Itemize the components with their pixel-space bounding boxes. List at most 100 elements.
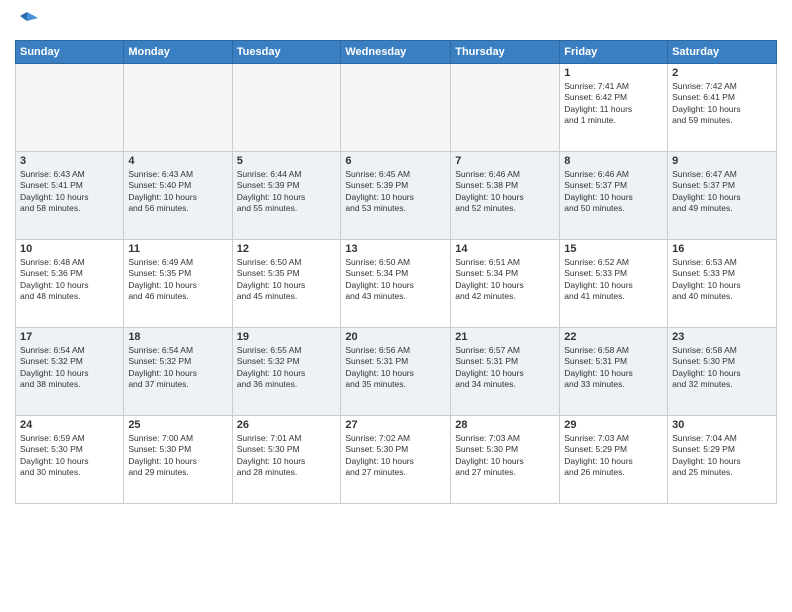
- calendar-cell: 13 Sunrise: 6:50 AM Sunset: 5:34 PM Dayli…: [341, 240, 451, 328]
- calendar-cell: 11 Sunrise: 6:49 AM Sunset: 5:35 PM Dayli…: [124, 240, 232, 328]
- calendar-cell: 29Sunrise: 7:03 AM Sunset: 5:29 PM Dayli…: [560, 416, 668, 504]
- weekday-header: Wednesday: [341, 41, 451, 64]
- day-number: 27: [345, 419, 446, 431]
- day-info: Sunrise: 6:51 AM Sunset: 5:34 PM Dayligh…: [455, 257, 555, 303]
- logo-text: [15, 10, 38, 32]
- calendar-cell: 21 Sunrise: 6:57 AM Sunset: 5:31 PM Dayli…: [451, 328, 560, 416]
- day-info: Sunrise: 7:00 AM Sunset: 5:30 PM Dayligh…: [128, 433, 227, 479]
- day-info: Sunrise: 6:46 AM Sunset: 5:38 PM Dayligh…: [455, 169, 555, 215]
- calendar-cell: 24Sunrise: 6:59 AM Sunset: 5:30 PM Dayli…: [16, 416, 124, 504]
- calendar-cell: 26 Sunrise: 7:01 AM Sunset: 5:30 PM Dayli…: [232, 416, 341, 504]
- day-info: Sunrise: 6:57 AM Sunset: 5:31 PM Dayligh…: [455, 345, 555, 391]
- calendar-cell: 22Sunrise: 6:58 AM Sunset: 5:31 PM Dayli…: [560, 328, 668, 416]
- calendar-cell: 10 Sunrise: 6:48 AM Sunset: 5:36 PM Dayli…: [16, 240, 124, 328]
- page-container: SundayMondayTuesdayWednesdayThursdayFrid…: [0, 0, 792, 514]
- calendar-cell: 5 Sunrise: 6:44 AM Sunset: 5:39 PM Daylig…: [232, 152, 341, 240]
- day-info: Sunrise: 6:49 AM Sunset: 5:35 PM Dayligh…: [128, 257, 227, 303]
- calendar-cell: 28Sunrise: 7:03 AM Sunset: 5:30 PM Dayli…: [451, 416, 560, 504]
- calendar-week-row: 1 Sunrise: 7:41 AM Sunset: 6:42 PM Daylig…: [16, 64, 777, 152]
- day-number: 4: [128, 155, 227, 167]
- day-number: 7: [455, 155, 555, 167]
- day-number: 19: [237, 331, 337, 343]
- day-info: Sunrise: 7:41 AM Sunset: 6:42 PM Dayligh…: [564, 81, 663, 127]
- day-number: 23: [672, 331, 772, 343]
- day-info: Sunrise: 6:46 AM Sunset: 5:37 PM Dayligh…: [564, 169, 663, 215]
- calendar-cell: 14 Sunrise: 6:51 AM Sunset: 5:34 PM Dayli…: [451, 240, 560, 328]
- day-number: 1: [564, 67, 663, 79]
- calendar-cell: 1 Sunrise: 7:41 AM Sunset: 6:42 PM Daylig…: [560, 64, 668, 152]
- weekday-header: Saturday: [668, 41, 777, 64]
- calendar-cell: 30 Sunrise: 7:04 AM Sunset: 5:29 PM Dayli…: [668, 416, 777, 504]
- calendar-cell: [124, 64, 232, 152]
- day-info: Sunrise: 6:50 AM Sunset: 5:35 PM Dayligh…: [237, 257, 337, 303]
- day-number: 12: [237, 243, 337, 255]
- day-number: 16: [672, 243, 772, 255]
- day-info: Sunrise: 6:54 AM Sunset: 5:32 PM Dayligh…: [20, 345, 119, 391]
- calendar-cell: 7 Sunrise: 6:46 AM Sunset: 5:38 PM Daylig…: [451, 152, 560, 240]
- day-info: Sunrise: 6:58 AM Sunset: 5:30 PM Dayligh…: [672, 345, 772, 391]
- day-number: 10: [20, 243, 119, 255]
- calendar-cell: 8 Sunrise: 6:46 AM Sunset: 5:37 PM Daylig…: [560, 152, 668, 240]
- day-number: 25: [128, 419, 227, 431]
- calendar-cell: 3 Sunrise: 6:43 AM Sunset: 5:41 PM Daylig…: [16, 152, 124, 240]
- calendar-cell: 25 Sunrise: 7:00 AM Sunset: 5:30 PM Dayli…: [124, 416, 232, 504]
- day-number: 17: [20, 331, 119, 343]
- calendar-cell: 20 Sunrise: 6:56 AM Sunset: 5:31 PM Dayli…: [341, 328, 451, 416]
- weekday-header: Tuesday: [232, 41, 341, 64]
- day-number: 20: [345, 331, 446, 343]
- day-number: 13: [345, 243, 446, 255]
- day-number: 21: [455, 331, 555, 343]
- calendar-cell: 18 Sunrise: 6:54 AM Sunset: 5:32 PM Dayli…: [124, 328, 232, 416]
- day-info: Sunrise: 6:45 AM Sunset: 5:39 PM Dayligh…: [345, 169, 446, 215]
- logo: [15, 10, 38, 32]
- day-number: 15: [564, 243, 663, 255]
- calendar-header-row: SundayMondayTuesdayWednesdayThursdayFrid…: [16, 41, 777, 64]
- day-info: Sunrise: 7:03 AM Sunset: 5:30 PM Dayligh…: [455, 433, 555, 479]
- day-number: 24: [20, 419, 119, 431]
- day-number: 29: [564, 419, 663, 431]
- calendar-week-row: 3 Sunrise: 6:43 AM Sunset: 5:41 PM Daylig…: [16, 152, 777, 240]
- day-info: Sunrise: 7:04 AM Sunset: 5:29 PM Dayligh…: [672, 433, 772, 479]
- day-number: 5: [237, 155, 337, 167]
- calendar-cell: [341, 64, 451, 152]
- day-info: Sunrise: 7:02 AM Sunset: 5:30 PM Dayligh…: [345, 433, 446, 479]
- calendar-cell: 17 Sunrise: 6:54 AM Sunset: 5:32 PM Dayli…: [16, 328, 124, 416]
- weekday-header: Sunday: [16, 41, 124, 64]
- day-info: Sunrise: 6:43 AM Sunset: 5:41 PM Dayligh…: [20, 169, 119, 215]
- day-number: 14: [455, 243, 555, 255]
- day-number: 22: [564, 331, 663, 343]
- calendar-cell: 12 Sunrise: 6:50 AM Sunset: 5:35 PM Dayli…: [232, 240, 341, 328]
- logo-bird-icon: [16, 10, 38, 32]
- calendar-cell: [16, 64, 124, 152]
- weekday-header: Monday: [124, 41, 232, 64]
- day-number: 11: [128, 243, 227, 255]
- day-info: Sunrise: 7:01 AM Sunset: 5:30 PM Dayligh…: [237, 433, 337, 479]
- day-number: 3: [20, 155, 119, 167]
- day-number: 2: [672, 67, 772, 79]
- calendar-cell: 19Sunrise: 6:55 AM Sunset: 5:32 PM Dayli…: [232, 328, 341, 416]
- day-info: Sunrise: 7:42 AM Sunset: 6:41 PM Dayligh…: [672, 81, 772, 127]
- calendar-week-row: 17 Sunrise: 6:54 AM Sunset: 5:32 PM Dayli…: [16, 328, 777, 416]
- weekday-header: Thursday: [451, 41, 560, 64]
- day-number: 6: [345, 155, 446, 167]
- day-info: Sunrise: 6:56 AM Sunset: 5:31 PM Dayligh…: [345, 345, 446, 391]
- day-info: Sunrise: 6:50 AM Sunset: 5:34 PM Dayligh…: [345, 257, 446, 303]
- day-number: 18: [128, 331, 227, 343]
- day-info: Sunrise: 6:48 AM Sunset: 5:36 PM Dayligh…: [20, 257, 119, 303]
- calendar-cell: 27 Sunrise: 7:02 AM Sunset: 5:30 PM Dayli…: [341, 416, 451, 504]
- calendar-cell: 16Sunrise: 6:53 AM Sunset: 5:33 PM Dayli…: [668, 240, 777, 328]
- calendar-cell: 15Sunrise: 6:52 AM Sunset: 5:33 PM Dayli…: [560, 240, 668, 328]
- day-info: Sunrise: 6:43 AM Sunset: 5:40 PM Dayligh…: [128, 169, 227, 215]
- calendar-cell: 9 Sunrise: 6:47 AM Sunset: 5:37 PM Daylig…: [668, 152, 777, 240]
- header: [15, 10, 777, 32]
- day-number: 30: [672, 419, 772, 431]
- day-number: 8: [564, 155, 663, 167]
- day-number: 9: [672, 155, 772, 167]
- day-info: Sunrise: 6:44 AM Sunset: 5:39 PM Dayligh…: [237, 169, 337, 215]
- calendar-cell: 6 Sunrise: 6:45 AM Sunset: 5:39 PM Daylig…: [341, 152, 451, 240]
- day-number: 26: [237, 419, 337, 431]
- day-info: Sunrise: 6:54 AM Sunset: 5:32 PM Dayligh…: [128, 345, 227, 391]
- calendar-cell: 4 Sunrise: 6:43 AM Sunset: 5:40 PM Daylig…: [124, 152, 232, 240]
- day-info: Sunrise: 6:47 AM Sunset: 5:37 PM Dayligh…: [672, 169, 772, 215]
- calendar-table: SundayMondayTuesdayWednesdayThursdayFrid…: [15, 40, 777, 504]
